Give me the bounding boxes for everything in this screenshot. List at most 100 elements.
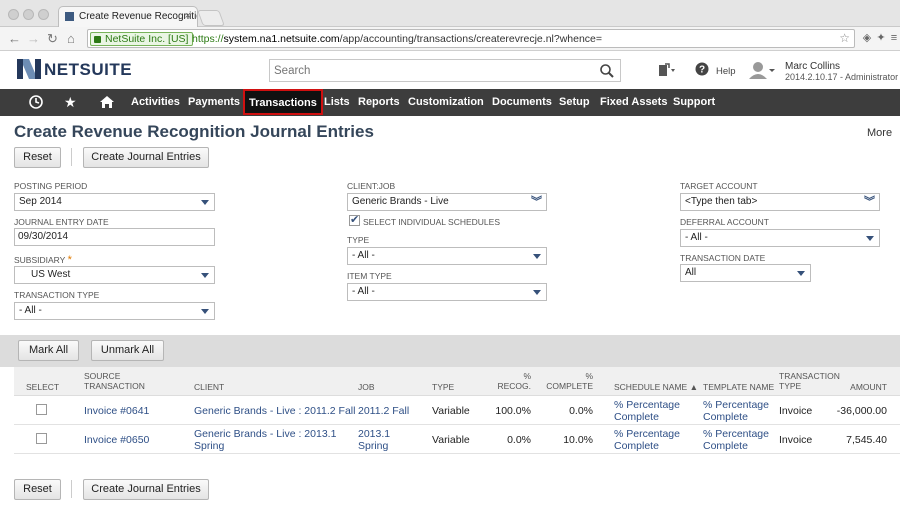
url-scheme: https://: [192, 33, 224, 45]
browser-menu-icon[interactable]: ≡: [888, 32, 900, 44]
url-host: system.na1.netsuite.com: [223, 33, 340, 45]
complete-cell: 10.0%: [563, 434, 593, 446]
browser-tab[interactable]: Create Revenue Recognitio ×: [58, 6, 198, 27]
button-separator: [71, 148, 72, 166]
window-zoom-button[interactable]: [38, 9, 49, 20]
tab-close-icon[interactable]: ×: [185, 10, 191, 22]
col-type[interactable]: Type: [432, 382, 454, 392]
nav-reports[interactable]: Reports: [358, 96, 400, 108]
item-type-select[interactable]: - All -: [347, 283, 547, 301]
row-select-checkbox[interactable]: [36, 404, 47, 415]
address-bar[interactable]: NetSuite Inc. [US] https://system.na1.ne…: [87, 29, 855, 48]
netsuite-favicon-icon: [65, 12, 74, 21]
transaction-type-cell: Invoice: [779, 434, 813, 446]
client-link[interactable]: Generic Brands - Live : 2013.1 Spring: [194, 428, 336, 452]
table-header: Select Source Transaction Client Job Type…: [14, 367, 900, 396]
deferral-account-select[interactable]: - All -: [680, 229, 880, 247]
unmark-all-button[interactable]: Unmark All: [91, 340, 164, 361]
favorites-star-icon[interactable]: ★: [64, 94, 77, 110]
type-cell: Variable: [432, 405, 470, 417]
nav-activities[interactable]: Activities: [131, 96, 180, 108]
button-separator: [71, 480, 72, 498]
url-text[interactable]: https://system.na1.netsuite.com/app/acco…: [192, 33, 602, 45]
amount-cell: 7,545.40: [846, 434, 887, 446]
client-link[interactable]: Generic Brands - Live : 2011.2 Fall: [194, 405, 355, 417]
type-cell: Variable: [432, 434, 470, 446]
reload-icon[interactable]: ↻: [47, 31, 58, 47]
help-label[interactable]: Help: [716, 66, 736, 77]
select-individual-schedules-checkbox[interactable]: [349, 213, 360, 226]
nav-payments[interactable]: Payments: [188, 96, 240, 108]
schedule-name-link[interactable]: % Percentage Complete: [614, 428, 680, 452]
nav-customization[interactable]: Customization: [408, 96, 484, 108]
schedule-name-link[interactable]: % Percentage Complete: [614, 399, 680, 423]
bookmark-star-icon[interactable]: ☆: [839, 31, 850, 45]
window-minimize-button[interactable]: [23, 9, 34, 20]
forward-arrow-icon[interactable]: →: [27, 31, 40, 46]
recog-cell: 100.0%: [495, 405, 531, 417]
user-role: 2014.2.10.17 - Administrator: [785, 72, 899, 82]
create-journal-entries-button-top[interactable]: Create Journal Entries: [83, 147, 209, 168]
app-header: NETSUITE ? Help Marc Collins 2014.2.10.1…: [0, 52, 900, 89]
reset-button-top[interactable]: Reset: [14, 147, 61, 168]
create-journal-entries-button-bottom[interactable]: Create Journal Entries: [83, 479, 209, 500]
posting-period-select[interactable]: Sep 2014: [14, 193, 215, 211]
window-close-button[interactable]: [8, 9, 19, 20]
source-transaction-link[interactable]: Invoice #0641: [84, 405, 149, 417]
col-percent-recog[interactable]: % Recog.: [484, 371, 531, 391]
col-client[interactable]: Client: [194, 382, 224, 392]
col-percent-complete[interactable]: % Complete: [539, 371, 593, 391]
nav-fixed-assets[interactable]: Fixed Assets: [600, 96, 667, 108]
client-job-select[interactable]: Generic Brands - Live ︾: [347, 193, 547, 211]
row-select-checkbox[interactable]: [36, 433, 47, 444]
help-icon[interactable]: ?: [695, 62, 709, 76]
nav-lists[interactable]: Lists: [324, 96, 350, 108]
extension-icon[interactable]: ◈: [861, 32, 873, 44]
template-name-link[interactable]: % Percentage Complete: [703, 428, 769, 452]
logo-text: NETSUITE: [44, 60, 133, 79]
svg-text:?: ?: [699, 65, 705, 76]
nav-setup[interactable]: Setup: [559, 96, 590, 108]
transaction-type-select[interactable]: - All -: [14, 302, 215, 320]
transaction-date-label: Transaction Date: [680, 253, 766, 263]
double-chevron-icon: ︾: [531, 196, 542, 208]
subsidiary-select[interactable]: US West: [14, 266, 215, 284]
nav-support[interactable]: Support: [673, 96, 715, 108]
col-template-name[interactable]: Template Name: [703, 382, 774, 392]
search-input[interactable]: [270, 60, 590, 81]
job-link[interactable]: 2011.2 Fall: [358, 405, 409, 417]
target-account-select[interactable]: <Type then tab> ︾: [680, 193, 880, 211]
nav-transactions[interactable]: Transactions: [243, 89, 323, 115]
netsuite-logo-icon: [17, 59, 41, 79]
new-tab-button[interactable]: [197, 10, 225, 26]
col-job[interactable]: Job: [358, 382, 375, 392]
job-link[interactable]: 2013.1 Spring: [358, 428, 390, 452]
col-amount[interactable]: Amount: [829, 382, 887, 392]
journal-entry-date-input[interactable]: 09/30/2014: [14, 228, 215, 246]
deferral-account-label: Deferral Account: [680, 217, 769, 227]
recent-records-icon[interactable]: [28, 94, 44, 110]
user-avatar-icon[interactable]: [748, 61, 776, 79]
user-name[interactable]: Marc Collins: [785, 61, 840, 72]
secure-identity-badge[interactable]: NetSuite Inc. [US]: [90, 32, 194, 46]
main-navigation: ★ Activities Payments Transactions Lists…: [0, 89, 900, 116]
template-name-link[interactable]: % Percentage Complete: [703, 399, 769, 423]
extension-gear-icon[interactable]: ✦: [875, 32, 887, 44]
create-new-icon[interactable]: [657, 62, 677, 78]
global-search[interactable]: [269, 59, 621, 82]
page-title: Create Revenue Recognition Journal Entri…: [14, 122, 374, 141]
home-icon[interactable]: ⌂: [67, 31, 75, 46]
source-transaction-link[interactable]: Invoice #0650: [84, 434, 149, 446]
back-arrow-icon[interactable]: ←: [8, 31, 21, 46]
col-schedule-name[interactable]: Schedule Name ▲: [614, 382, 698, 392]
browser-tab-strip: Create Revenue Recognitio ×: [0, 0, 900, 27]
transaction-date-select[interactable]: All: [680, 264, 811, 282]
nav-documents[interactable]: Documents: [492, 96, 552, 108]
type-select[interactable]: - All -: [347, 247, 547, 265]
mark-all-button[interactable]: Mark All: [18, 340, 79, 361]
reset-button-bottom[interactable]: Reset: [14, 479, 61, 500]
more-menu-link[interactable]: More: [867, 127, 892, 139]
col-source-transaction[interactable]: Source Transaction: [84, 371, 145, 391]
home-nav-icon[interactable]: [99, 94, 115, 110]
search-icon[interactable]: [599, 63, 615, 79]
